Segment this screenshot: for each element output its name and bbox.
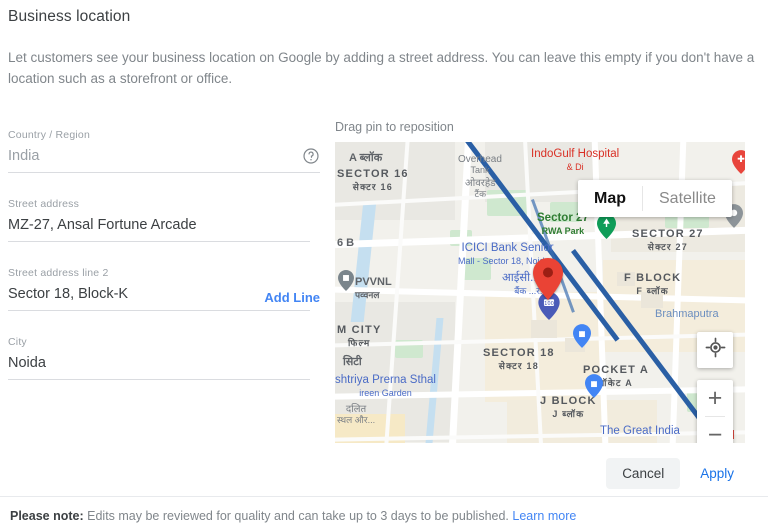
zoom-controls[interactable]: + −: [697, 380, 733, 443]
country-region-input[interactable]: India: [8, 145, 296, 172]
street-address-input[interactable]: MZ-27, Ansal Fortune Arcade: [8, 214, 320, 241]
my-location-button[interactable]: [697, 332, 733, 368]
map-block: [335, 142, 455, 220]
city-field[interactable]: City Noida: [8, 335, 320, 380]
street-address-line2-input[interactable]: Sector 18, Block-K: [8, 283, 252, 310]
page-description: Let customers see your business location…: [8, 50, 755, 86]
city-input[interactable]: Noida: [8, 352, 320, 379]
footer-note-prefix: Please note:: [10, 509, 84, 523]
city-label: City: [8, 336, 27, 348]
shopping-poi-icon: [585, 374, 603, 403]
zoom-in-button[interactable]: +: [697, 380, 733, 416]
street-address-field[interactable]: Street address MZ-27, Ansal Fortune Arca…: [8, 197, 320, 242]
shopping-poi-icon: [573, 324, 591, 353]
red-location-pin-icon[interactable]: [533, 258, 563, 300]
business-location-panel: Business location Let customers see your…: [0, 0, 768, 531]
my-location-icon: [705, 337, 726, 363]
map-view-button[interactable]: Map: [578, 180, 642, 217]
apply-button[interactable]: Apply: [688, 458, 746, 489]
street-address-line2-field[interactable]: Street address line 2 Sector 18, Block-K…: [8, 266, 320, 311]
page-title: Business location: [8, 8, 131, 25]
utility-poi-icon: [338, 270, 354, 296]
country-region-field[interactable]: Country / Region India: [8, 128, 320, 173]
city-underline: [8, 379, 310, 380]
map-park: [550, 202, 580, 222]
satellite-view-button[interactable]: Satellite: [643, 180, 732, 217]
map-building: [617, 272, 635, 286]
street-address-underline: [8, 241, 310, 242]
street-address-line2-underline: [8, 310, 310, 311]
help-circle-icon[interactable]: [302, 147, 320, 165]
park-poi-icon: [597, 214, 616, 244]
address-form: Country / Region India Street address MZ…: [8, 128, 320, 402]
footer-note: Please note: Edits may be reviewed for q…: [10, 509, 576, 523]
svg-text:100: 100: [544, 301, 554, 307]
country-region-label: Country / Region: [8, 129, 90, 141]
map-section: Drag pin to reposition A ब्लॉक SECTOR 16…: [335, 120, 747, 443]
footer-divider: [0, 496, 768, 497]
footer-note-text: Edits may be reviewed for quality and ca…: [87, 509, 509, 523]
learn-more-link[interactable]: Learn more: [512, 509, 576, 523]
hospital-poi-icon: [732, 150, 745, 179]
add-line-button[interactable]: Add Line: [264, 290, 320, 310]
map-canvas[interactable]: A ब्लॉक SECTOR 16 सेक्टर 16 Overhead Tank ओवर…: [335, 142, 745, 443]
street-address-label: Street address: [8, 198, 80, 210]
country-region-underline: [8, 172, 320, 173]
map-type-toggle[interactable]: Map Satellite: [578, 180, 732, 217]
dialog-actions: Cancel Apply: [606, 458, 746, 489]
street-address-line2-label: Street address line 2: [8, 267, 109, 279]
cancel-button[interactable]: Cancel: [606, 458, 681, 489]
zoom-out-button[interactable]: −: [697, 417, 733, 443]
map-caption: Drag pin to reposition: [335, 120, 454, 134]
map-building: [641, 292, 663, 308]
